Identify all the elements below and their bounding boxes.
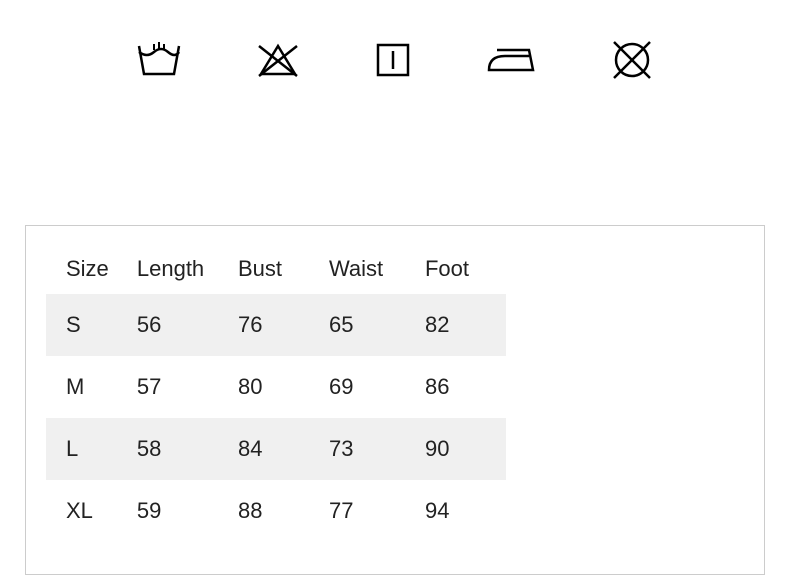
header-foot: Foot	[415, 244, 506, 294]
cell-waist: 69	[319, 356, 415, 418]
cell-size: S	[46, 294, 127, 356]
dry-icon	[373, 40, 413, 80]
cell-length: 57	[127, 356, 228, 418]
table-row: L 58 84 73 90	[46, 418, 506, 480]
cell-length: 58	[127, 418, 228, 480]
wash-icon	[136, 40, 182, 80]
cell-foot: 90	[415, 418, 506, 480]
header-bust: Bust	[228, 244, 319, 294]
cell-foot: 94	[415, 480, 506, 542]
table-row: M 57 80 69 86	[46, 356, 506, 418]
table-header-row: Size Length Bust Waist Foot	[46, 244, 506, 294]
cell-bust: 88	[228, 480, 319, 542]
cell-size: L	[46, 418, 127, 480]
header-waist: Waist	[319, 244, 415, 294]
cell-bust: 80	[228, 356, 319, 418]
table-row: S 56 76 65 82	[46, 294, 506, 356]
cell-size: XL	[46, 480, 127, 542]
size-chart-table: Size Length Bust Waist Foot S 56 76 65 8…	[46, 244, 506, 542]
cell-waist: 77	[319, 480, 415, 542]
cell-bust: 84	[228, 418, 319, 480]
size-chart-container: Size Length Bust Waist Foot S 56 76 65 8…	[25, 225, 765, 575]
header-length: Length	[127, 244, 228, 294]
cell-length: 56	[127, 294, 228, 356]
header-size: Size	[46, 244, 127, 294]
iron-icon	[485, 42, 537, 78]
care-instruction-icons	[0, 38, 790, 82]
do-not-bleach-icon	[255, 40, 301, 80]
cell-bust: 76	[228, 294, 319, 356]
cell-length: 59	[127, 480, 228, 542]
cell-waist: 73	[319, 418, 415, 480]
cell-foot: 86	[415, 356, 506, 418]
cell-waist: 65	[319, 294, 415, 356]
cell-size: M	[46, 356, 127, 418]
cell-foot: 82	[415, 294, 506, 356]
table-row: XL 59 88 77 94	[46, 480, 506, 542]
do-not-dry-clean-icon	[610, 38, 654, 82]
